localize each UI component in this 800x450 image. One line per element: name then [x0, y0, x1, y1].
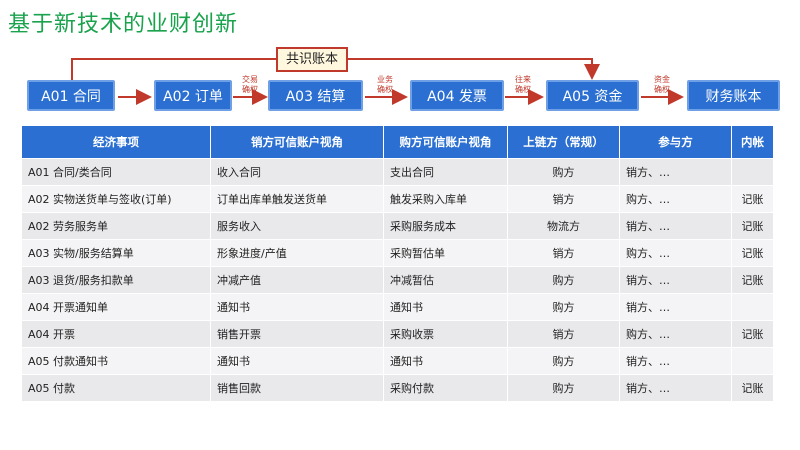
table-cell: 记账: [731, 239, 774, 267]
table-cell: 购方: [507, 293, 620, 321]
table-cell: 购方、…: [619, 239, 732, 267]
flow-box-a05: A05 资金: [546, 80, 639, 111]
table-cell: A05 付款: [21, 374, 211, 402]
flow-box-a01: A01 合同: [27, 80, 115, 111]
flow-box-a03: A03 结算: [268, 80, 363, 111]
table-cell: 通知书: [210, 293, 384, 321]
table-row: A02 劳务服务单 服务收入 采购服务成本 物流方 销方、… 记账: [21, 212, 774, 240]
table-cell: 采购收票: [383, 320, 508, 348]
table-cell: 记账: [731, 320, 774, 348]
table-cell: 物流方: [507, 212, 620, 240]
table-cell: 销方、…: [619, 293, 732, 321]
table-cell: 销方: [507, 239, 620, 267]
table-cell: 收入合同: [210, 158, 384, 186]
table-cell: 记账: [731, 374, 774, 402]
table-cell: A01 合同/类合同: [21, 158, 211, 186]
table-cell: 采购暂估单: [383, 239, 508, 267]
table-cell: 销方、…: [619, 347, 732, 375]
table-cell: A03 实物/服务结算单: [21, 239, 211, 267]
table-cell: 购方: [507, 347, 620, 375]
table-row: A04 开票 销售开票 采购收票 销方 购方、… 记账: [21, 320, 774, 348]
table-cell: [731, 158, 774, 186]
table-cell: 冲减产值: [210, 266, 384, 294]
col-header-chain-party: 上链方（常规）: [507, 125, 620, 159]
shared-ledger-connector-right: [346, 58, 600, 80]
table-cell: [731, 293, 774, 321]
table-cell: 记账: [731, 212, 774, 240]
table-cell: 支出合同: [383, 158, 508, 186]
table-cell: [731, 347, 774, 375]
table-cell: 采购服务成本: [383, 212, 508, 240]
table-cell: 销售回款: [210, 374, 384, 402]
col-header-seller-view: 销方可信账户视角: [210, 125, 384, 159]
table-cell: 购方: [507, 266, 620, 294]
table-cell: 销方、…: [619, 374, 732, 402]
table-cell: 触发采购入库单: [383, 185, 508, 213]
table-cell: A02 实物送货单与签收(订单): [21, 185, 211, 213]
table-cell: A04 开票通知单: [21, 293, 211, 321]
table-cell: 通知书: [383, 347, 508, 375]
flow-label-4: 资金 确权: [654, 75, 670, 94]
table-row: A01 合同/类合同 收入合同 支出合同 购方 销方、…: [21, 158, 774, 186]
shared-ledger-box: 共识账本: [276, 47, 348, 72]
economic-items-table: 经济事项 销方可信账户视角 购方可信账户视角 上链方（常规） 参与方 内帐 A0…: [21, 125, 774, 402]
table-cell: 订单出库单触发送货单: [210, 185, 384, 213]
table-row: A04 开票通知单 通知书 通知书 购方 销方、…: [21, 293, 774, 321]
table-cell: 销方: [507, 185, 620, 213]
table-row: A03 实物/服务结算单 形象进度/产值 采购暂估单 销方 购方、… 记账: [21, 239, 774, 267]
table-row: A03 退货/服务扣款单 冲减产值 冲减暂估 购方 销方、… 记账: [21, 266, 774, 294]
table-cell: 记账: [731, 266, 774, 294]
flow-label-1: 交易 确权: [242, 75, 258, 94]
col-header-participants: 参与方: [619, 125, 732, 159]
table-cell: 记账: [731, 185, 774, 213]
col-header-internal-ledger: 内帐: [731, 125, 774, 159]
table-cell: 通知书: [383, 293, 508, 321]
table-cell: 销方、…: [619, 266, 732, 294]
table-cell: 形象进度/产值: [210, 239, 384, 267]
col-header-buyer-view: 购方可信账户视角: [383, 125, 508, 159]
table-cell: A04 开票: [21, 320, 211, 348]
flow-label-2: 业务 确权: [377, 75, 393, 94]
col-header-item: 经济事项: [21, 125, 211, 159]
table-cell: 销售开票: [210, 320, 384, 348]
table-cell: 采购付款: [383, 374, 508, 402]
table-cell: 销方: [507, 320, 620, 348]
table-cell: 购方: [507, 158, 620, 186]
flow-connectors: [71, 58, 684, 105]
table-body: A01 合同/类合同 收入合同 支出合同 购方 销方、… A02 实物送货单与签收(订单)…: [21, 158, 774, 402]
table-cell: A03 退货/服务扣款单: [21, 266, 211, 294]
table-cell: 冲减暂估: [383, 266, 508, 294]
table-cell: 服务收入: [210, 212, 384, 240]
table-row: A02 实物送货单与签收(订单) 订单出库单触发送货单 触发采购入库单 销方 购方、… 记…: [21, 185, 774, 213]
table-row: A05 付款 销售回款 采购付款 购方 销方、… 记账: [21, 374, 774, 402]
flow-box-a02: A02 订单: [154, 80, 232, 111]
table-cell: 通知书: [210, 347, 384, 375]
flow-box-finance-ledger: 财务账本: [687, 80, 780, 111]
table-cell: 销方、…: [619, 212, 732, 240]
table-cell: 购方、…: [619, 320, 732, 348]
table-cell: 销方、…: [619, 158, 732, 186]
flow-box-a04: A04 发票: [410, 80, 504, 111]
table-cell: A05 付款通知书: [21, 347, 211, 375]
table-cell: A02 劳务服务单: [21, 212, 211, 240]
table-header-row: 经济事项 销方可信账户视角 购方可信账户视角 上链方（常规） 参与方 内帐: [21, 125, 774, 159]
table-row: A05 付款通知书 通知书 通知书 购方 销方、…: [21, 347, 774, 375]
flow-label-3: 往来 确权: [515, 75, 531, 94]
table-cell: 购方、…: [619, 185, 732, 213]
table-cell: 购方: [507, 374, 620, 402]
